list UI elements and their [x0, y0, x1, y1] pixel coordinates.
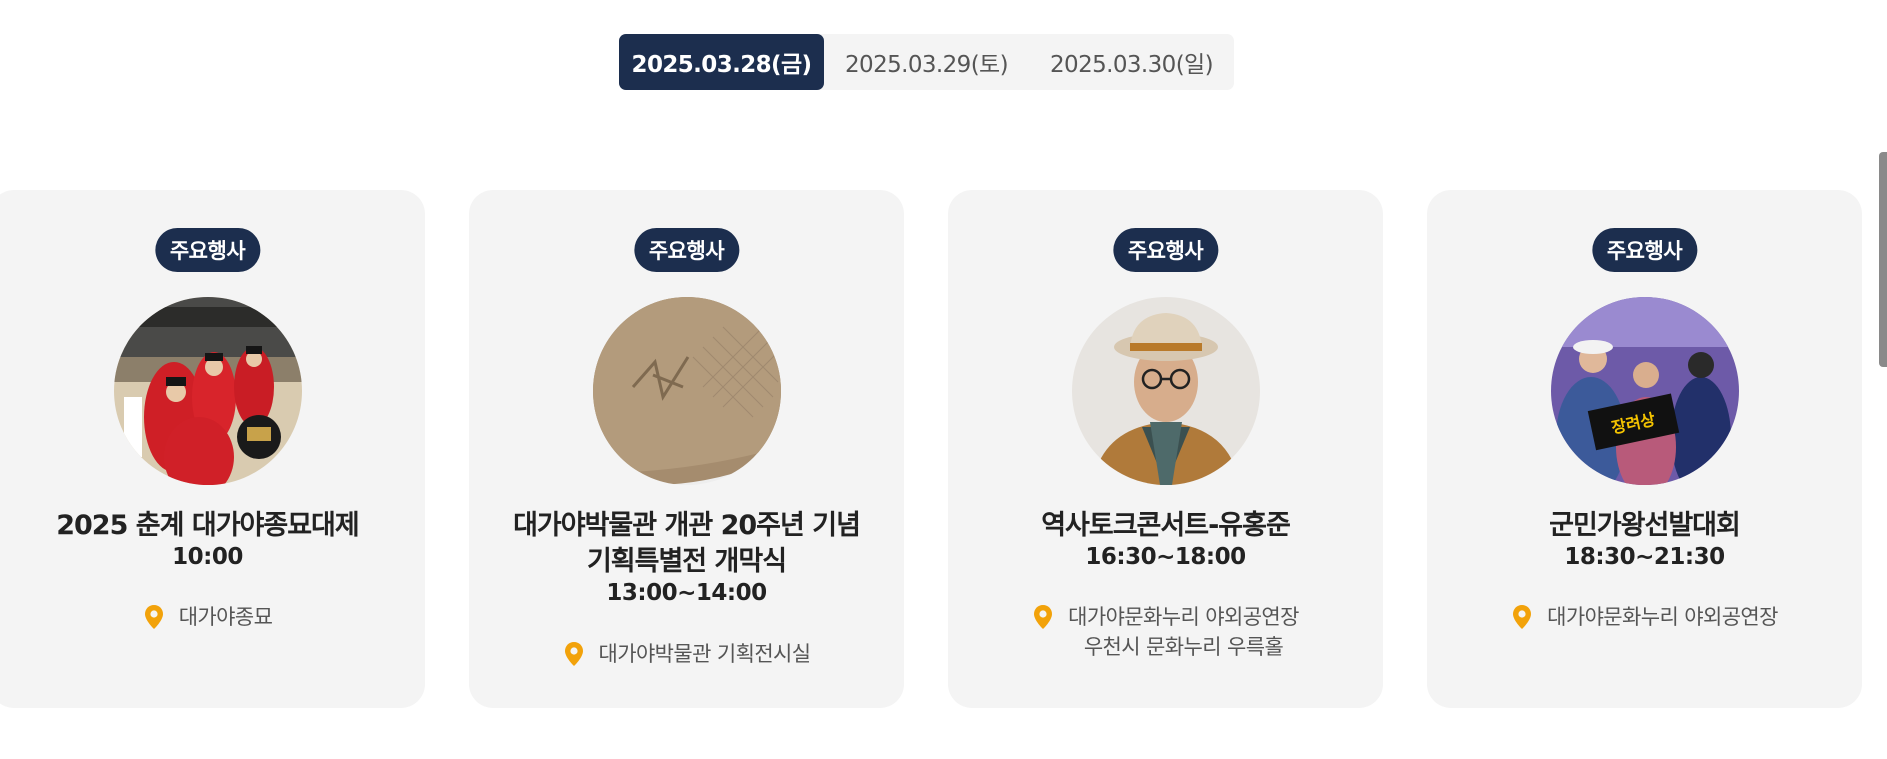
scrollbar[interactable]: [1879, 0, 1887, 759]
event-badge: 주요행사: [1591, 228, 1698, 272]
ritual-procession-photo: [113, 297, 302, 485]
event-card[interactable]: 주요행사 2025 춘계 대가야종묘대제 10:00 대가야종묘: [0, 190, 425, 708]
event-badge: 주요행사: [633, 228, 740, 272]
location-pin-icon: [1513, 605, 1532, 629]
event-location: 대가야종묘: [0, 602, 425, 632]
event-location: 대가야문화누리 야외공연장: [1427, 602, 1862, 632]
event-card[interactable]: 주요행사 대가야박물관 개관 20주년 기념 기획특별전 개막식 13:00~1…: [469, 190, 904, 708]
scrollbar-thumb[interactable]: [1879, 152, 1887, 367]
location-pin-icon: [144, 605, 163, 629]
event-time: 16:30~18:00: [1085, 544, 1246, 570]
location-pin-icon: [564, 642, 583, 666]
pottery-shard-photo: [592, 297, 781, 485]
tab-2025-03-29[interactable]: 2025.03.29(토): [824, 34, 1029, 90]
date-tab-bar: 2025.03.28(금) 2025.03.29(토) 2025.03.30(일…: [619, 34, 1234, 90]
event-time: 13:00~14:00: [606, 580, 767, 606]
location-pin-icon: [1034, 605, 1053, 629]
event-title: 2025 춘계 대가야종묘대제: [56, 510, 360, 541]
event-title: 대가야박물관 개관 20주년 기념 기획특별전 개막식: [513, 510, 861, 577]
event-time: 10:00: [172, 544, 243, 570]
event-location: 대가야문화누리 야외공연장 우천시 문화누리 우륵홀: [948, 602, 1383, 662]
event-location: 대가야박물관 기획전시실: [469, 639, 904, 669]
event-card[interactable]: 주요행사 역사토크콘서트-유홍준 16:30~18:00 대가야문화누리 야외공…: [948, 190, 1383, 708]
event-title: 역사토크콘서트-유홍준: [1041, 510, 1291, 541]
event-time: 18:30~21:30: [1564, 544, 1725, 570]
page: 2025.03.28(금) 2025.03.29(토) 2025.03.30(일…: [0, 0, 1887, 759]
award-ceremony-photo: 장려상: [1550, 297, 1739, 485]
tab-2025-03-30[interactable]: 2025.03.30(일): [1029, 34, 1234, 90]
speaker-portrait-photo: [1071, 297, 1260, 485]
event-badge: 주요행사: [154, 228, 261, 272]
event-card[interactable]: 주요행사 장려상 군민가왕선발대회 18:30~21:30 대가야문화누리 야외…: [1427, 190, 1862, 708]
event-badge: 주요행사: [1112, 228, 1219, 272]
tab-2025-03-28[interactable]: 2025.03.28(금): [619, 34, 824, 90]
event-title: 군민가왕선발대회: [1549, 510, 1741, 541]
